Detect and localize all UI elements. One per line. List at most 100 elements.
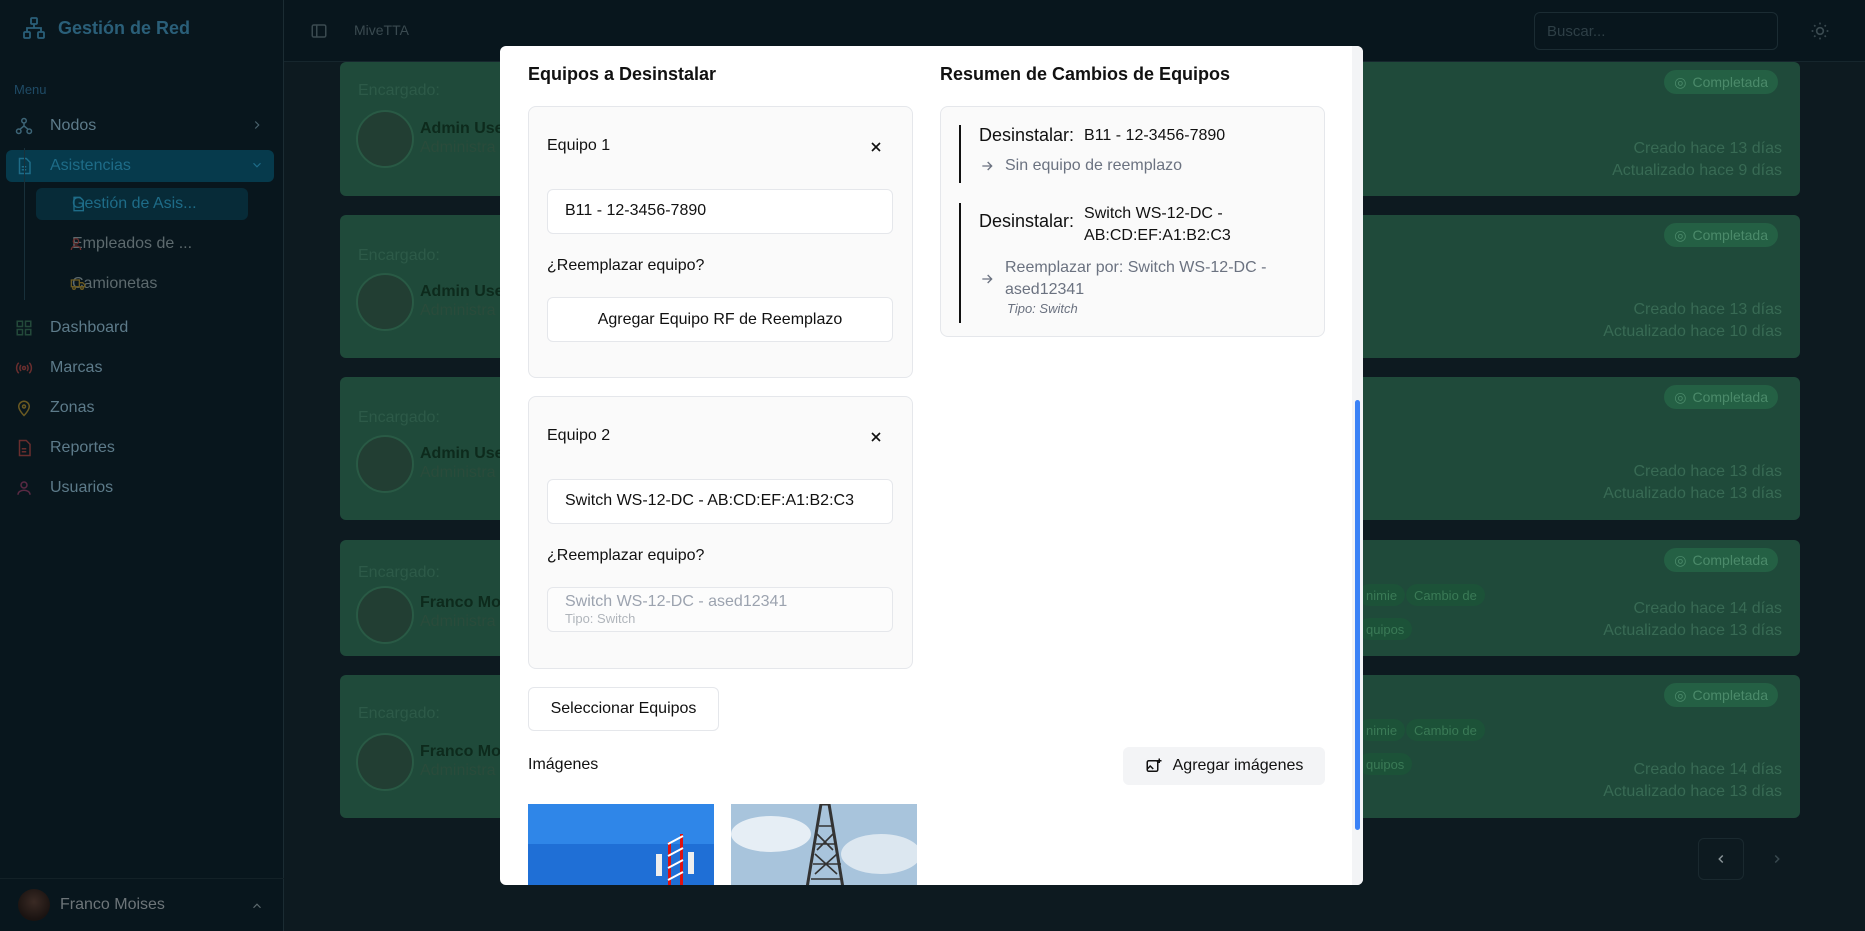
summary-value: Switch WS-12-DC - AB:CD:EF:A1:B2:C3 (1084, 203, 1231, 247)
created-text: Creado hace 13 días (1633, 140, 1782, 157)
close-icon[interactable] (868, 429, 884, 445)
document-icon (70, 196, 86, 212)
sidebar-item-label: Dashboard (50, 319, 129, 336)
check-circle-icon: ◎ (1674, 73, 1687, 90)
grid-icon (14, 318, 34, 338)
card-dates: Creado hace 13 días Actualizado hace 9 dí… (1612, 138, 1782, 182)
user-name: Admin Use (420, 445, 504, 462)
chevron-right-icon (250, 118, 264, 132)
user-name: Franco Moises (60, 896, 165, 913)
replacement-line: ased12341 (1005, 281, 1085, 298)
menu-label: Menu (14, 82, 47, 97)
add-images-label: Agregar imágenes (1172, 757, 1304, 774)
summary-replacement: Sin equipo de reemplazo (1005, 157, 1183, 174)
status-badge: ◎ Completada (1664, 385, 1778, 409)
sidebar-subitem-empleados[interactable]: Empleados de ... (36, 228, 248, 260)
sidebar-item-nodos[interactable]: Nodos (6, 110, 274, 142)
modal-dialog: Equipos a Desinstalar Resumen de Cambios… (500, 46, 1363, 885)
sidebar-item-reportes[interactable]: Reportes (6, 432, 274, 464)
broadcast-icon (14, 358, 34, 378)
replacement-value: Switch WS-12-DC - ased12341 (565, 593, 788, 610)
sidebar-toggle-icon[interactable] (310, 22, 328, 40)
sidebar-item-label: Asistencias (50, 157, 131, 174)
users-icon (70, 236, 86, 252)
sidebar-subitem-label: Empleados de ... (72, 235, 193, 252)
arrow-right-icon (979, 257, 995, 287)
tag: nimie (1358, 719, 1406, 741)
avatar (356, 435, 414, 493)
replacement-line: Reemplazar por: Switch WS-12-DC - (1005, 259, 1267, 276)
sidebar-item-label: Usuarios (50, 479, 114, 496)
close-icon[interactable] (868, 139, 884, 155)
modal-scrollbar[interactable] (1352, 46, 1363, 885)
sidebar-item-label: Nodos (50, 117, 97, 134)
arrow-right-icon (979, 155, 995, 174)
status-badge-label: Completada (1692, 552, 1769, 568)
sidebar-subitem-camionetas[interactable]: Camionetas (36, 268, 248, 300)
updated-text: Actualizado hace 13 días (1603, 783, 1782, 800)
scrollbar-thumb[interactable] (1355, 400, 1360, 830)
check-circle-icon: ◎ (1674, 551, 1687, 568)
sidebar-item-label: Reportes (50, 439, 115, 456)
sidebar-item-usuarios[interactable]: Usuarios (6, 472, 274, 504)
card-user: Admin Use Administra (420, 444, 504, 482)
sidebar-item-zonas[interactable]: Zonas (6, 392, 274, 424)
select-equipos-button[interactable]: Seleccionar Equipos (528, 687, 719, 731)
summary-value-line: Switch WS-12-DC - (1084, 205, 1223, 222)
card-label: Encargado: (358, 564, 440, 581)
summary-key: Desinstalar: (979, 211, 1075, 231)
app-brand[interactable]: Gestión de Red (22, 16, 190, 40)
created-text: Creado hace 13 días (1633, 301, 1782, 318)
card-user: Admin Use Administra (420, 119, 504, 157)
equipo-card: Equipo 2 Switch WS-12-DC - AB:CD:EF:A1:B… (528, 396, 913, 669)
equipo-title: Equipo 1 (547, 137, 611, 154)
check-circle-icon: ◎ (1674, 388, 1687, 405)
chevron-up-icon (250, 899, 264, 913)
user-name: Franco Mo (420, 743, 501, 760)
avatar (356, 273, 414, 331)
sun-icon[interactable] (1810, 21, 1830, 41)
tower-image[interactable] (528, 804, 714, 885)
chevron-right-icon (1774, 854, 1780, 864)
chevron-down-icon (250, 158, 264, 172)
tag: nimie (1358, 584, 1406, 606)
status-badge: ◎ Completada (1664, 70, 1778, 94)
replacement-type: Tipo: Switch (565, 611, 636, 626)
user-role: Administra (420, 139, 496, 156)
modal-left-title: Equipos a Desinstalar (528, 64, 717, 84)
status-badge: ◎ Completada (1664, 683, 1778, 707)
card-dates: Creado hace 13 días Actualizado hace 13 d… (1603, 461, 1782, 505)
equipo-title: Equipo 2 (547, 427, 611, 444)
next-page-button[interactable] (1754, 838, 1800, 880)
tower-image[interactable] (731, 804, 917, 885)
status-badge-label: Completada (1692, 687, 1769, 703)
search-input[interactable]: Buscar... (1534, 12, 1778, 50)
tag: quipos (1358, 753, 1413, 775)
truck-icon (70, 276, 86, 292)
card-label: Encargado: (358, 82, 440, 99)
status-badge-label: Completada (1692, 389, 1769, 405)
replace-question: ¿Reemplazar equipo? (547, 547, 705, 564)
updated-text: Actualizado hace 13 días (1603, 622, 1782, 639)
sidebar-subitem-gestion[interactable]: Gestión de Asis... (36, 188, 248, 220)
sidebar: Gestión de Red Menu Nodos Asistencias Ge… (0, 0, 284, 931)
tag: Cambio de (1406, 719, 1485, 741)
equipo-value-field[interactable]: Switch WS-12-DC - AB:CD:EF:A1:B2:C3 (547, 479, 893, 524)
breadcrumb[interactable]: MiveTTA (354, 22, 409, 38)
card-label: Encargado: (358, 409, 440, 426)
equipo-value-field[interactable]: B11 - 12-3456-7890 (547, 189, 893, 234)
avatar (356, 586, 414, 644)
updated-text: Actualizado hace 10 días (1603, 323, 1782, 340)
equipo-card: Equipo 1 B11 - 12-3456-7890 ¿Reemplazar … (528, 106, 913, 378)
tag: quipos (1358, 618, 1413, 640)
prev-page-button[interactable] (1698, 838, 1744, 880)
sidebar-item-marcas[interactable]: Marcas (6, 352, 274, 384)
sidebar-item-asistencias[interactable]: Asistencias (6, 150, 274, 182)
sidebar-item-dashboard[interactable]: Dashboard (6, 312, 274, 344)
add-images-button[interactable]: Agregar imágenes (1123, 747, 1325, 785)
user-menu[interactable]: Franco Moises (0, 878, 284, 931)
add-replacement-button[interactable]: Agregar Equipo RF de Reemplazo (547, 297, 893, 342)
updated-text: Actualizado hace 13 días (1603, 485, 1782, 502)
sidebar-item-label: Zonas (50, 399, 95, 416)
replace-question: ¿Reemplazar equipo? (547, 257, 705, 274)
